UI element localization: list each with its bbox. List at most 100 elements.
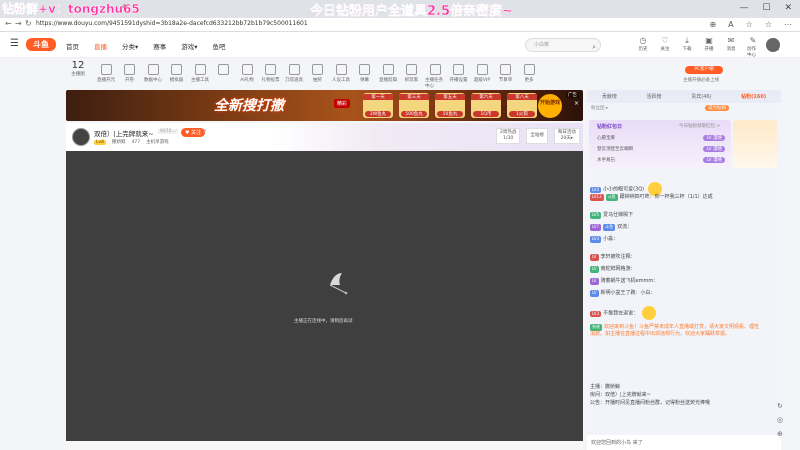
reward-box: 第八天 1火箭 [507, 93, 537, 118]
weekly-rank-box[interactable]: 2周热战 1/30 [496, 128, 521, 144]
favorite-icon[interactable]: ☆ [746, 20, 753, 29]
category-item[interactable] [214, 60, 234, 77]
zoom-icon[interactable]: ⊕ [709, 20, 716, 29]
chat-message: LV7 斗鱼 双流： [590, 224, 778, 231]
category-item[interactable]: 人设工具 [331, 60, 351, 83]
messages-button[interactable]: ✉ 消息 [725, 36, 737, 58]
category-item[interactable]: 主播工具 [190, 60, 210, 83]
rank-row[interactable]: 登云顶登至云端瞬 LV 漫嘻 [597, 144, 725, 154]
search-input[interactable]: 小白菜 ⌕ [525, 38, 601, 52]
category-item[interactable]: 数据中心 [143, 60, 163, 83]
reload-button[interactable]: ↻ [25, 19, 32, 28]
download-button[interactable]: ⤓ 下载 [681, 36, 693, 58]
search-icon[interactable]: ⌕ [592, 41, 596, 53]
site-logo[interactable]: 斗鱼 [26, 38, 56, 51]
follow-list-button[interactable]: ♡ 关注 [659, 36, 671, 58]
become-diamond-button[interactable]: 成为钻粉 [705, 105, 729, 111]
category-item[interactable]: 刀塔道具 [284, 60, 304, 83]
more-icon[interactable]: ⋯ [784, 20, 792, 29]
rank-right-link[interactable]: 今日钻粉领取红包 > [679, 123, 720, 129]
category-item[interactable]: 礼物投票 [261, 60, 281, 83]
top-nav: 首页 直播 分类▾ 赛事 游戏▾ 鱼吧 [66, 41, 226, 51]
category-item[interactable]: 更多 [519, 60, 539, 83]
category-item[interactable]: 直播开元 [96, 60, 116, 83]
tab-active[interactable]: 活跃榜 [647, 93, 662, 100]
forward-button[interactable]: → [15, 19, 22, 28]
creator-center-button[interactable]: ✎ 创作中心 [747, 36, 759, 58]
category-item[interactable]: 抓玩家 [402, 60, 422, 83]
target-icon[interactable]: ◎ [777, 416, 783, 424]
category-item[interactable]: 超级VIP [472, 60, 492, 83]
tab-vip[interactable]: 贵宾(46) [691, 93, 711, 100]
nav-category[interactable]: 分类▾ [122, 41, 138, 51]
chat-badge[interactable]: LV3 [590, 310, 602, 317]
category-count-number: 12 [71, 60, 85, 71]
chat-badge[interactable]: 斗鱼 [605, 194, 618, 201]
category-label: 节目单 [498, 78, 513, 83]
category-item[interactable]: 开播设置 [449, 60, 469, 83]
chat-badge[interactable]: LV13 [590, 194, 604, 201]
tab-contribution[interactable]: 贡献榜 [602, 93, 617, 100]
user-avatar[interactable] [766, 38, 780, 52]
category-icon [453, 64, 464, 75]
category-item[interactable]: 主播任务中心 [425, 60, 445, 89]
chat-badge[interactable]: LV [590, 254, 599, 261]
collections-icon[interactable]: ☆ [765, 20, 772, 29]
banner-open-button[interactable]: 开始游戏 [538, 94, 562, 118]
all-site-rank-box[interactable]: 全站榜 [526, 128, 548, 144]
category-icon [335, 64, 347, 75]
category-item[interactable]: 模拟器 [167, 60, 187, 83]
rank-row[interactable]: 心愿宝库 LV 漫嘻 [597, 133, 725, 143]
url-input[interactable]: https://www.douyu.com/9451591dyshid=3b18… [36, 20, 308, 27]
close-window-button[interactable]: ✕ [784, 3, 792, 13]
address-bar: ← → ↻ https://www.douyu.com/9451591dyshi… [0, 18, 800, 32]
category-item[interactable]: 弹幕 [355, 60, 375, 83]
category-item[interactable]: 抽奖 [308, 60, 328, 83]
nav-live[interactable]: 直播 [94, 41, 107, 51]
go-live-button[interactable]: ▣ 开播 [703, 36, 715, 58]
streamer-name[interactable]: 撒娇鲸 [112, 139, 126, 145]
read-aloud-icon[interactable]: A [728, 20, 733, 29]
category-item[interactable]: 直播剪辑 [378, 60, 398, 83]
nav-games[interactable]: 游戏▾ [181, 41, 197, 51]
chat-badge[interactable]: LV [590, 266, 599, 273]
category-item[interactable]: 开卷 [120, 60, 140, 83]
chat-message: 系统 欢迎来到斗鱼！斗鱼严禁未成年人直播或打赏，请大家文明观看、理性消费。如主播在… [590, 324, 760, 337]
pc-client-button[interactable]: PC客户端 [685, 66, 723, 74]
refresh-icon[interactable]: ↻ [777, 402, 783, 410]
add-icon[interactable]: ⊕ [777, 430, 783, 438]
chat-badge[interactable]: LV5 [590, 212, 602, 219]
rank-row[interactable]: 水手易石 LV 漫嘻 [597, 155, 725, 165]
back-button[interactable]: ← [5, 19, 12, 28]
welcome-text: 欢迎您回到的小鸟 来了 [591, 440, 643, 446]
minimize-button[interactable]: — [739, 3, 748, 13]
category-count[interactable]: 12 主播图 [66, 60, 90, 77]
history-icon: ◷ [639, 36, 647, 45]
chat-badge[interactable]: 斗鱼 [603, 224, 616, 231]
video-player[interactable]: 主播正在连线中，请稍后再试 [66, 151, 583, 441]
chat-badge[interactable]: LV [590, 290, 599, 297]
fan-group-link[interactable]: 粉丝团 ▸ [591, 105, 608, 111]
room-category[interactable]: 主机单游戏 [146, 139, 169, 145]
history-button[interactable]: ◷ 历史 [637, 36, 649, 58]
chat-badge[interactable]: LV3 [590, 236, 602, 243]
category-count-label: 主播图 [71, 72, 85, 77]
category-item[interactable]: AI礼物 [237, 60, 257, 83]
nav-home[interactable]: 首页 [66, 41, 79, 51]
daily-event-box[interactable]: 每日活动 20天▸ [553, 128, 580, 144]
nav-yuba[interactable]: 鱼吧 [213, 41, 226, 51]
tab-diamond-fans[interactable]: 钻粉(160) [741, 93, 766, 100]
ad-banner[interactable]: 全新搜打撤 精彩 第一天 2W鱼丸 第三天 500鱼丸 第五天 50鱼丸 第六天 1Q币… [66, 90, 583, 121]
banner-close-icon[interactable]: × [574, 100, 579, 107]
maximize-button[interactable]: ☐ [762, 3, 770, 13]
chat-badge[interactable]: LV4 [590, 186, 602, 193]
streamer-avatar[interactable] [72, 128, 90, 146]
chat-badge[interactable]: LV7 [590, 224, 602, 231]
menu-icon[interactable]: ☰ [10, 38, 19, 49]
category-item[interactable]: 节目单 [496, 60, 516, 83]
chat-badge[interactable]: LV [590, 278, 599, 285]
room-title: 双倍）|上完牌就来~ [94, 130, 154, 138]
go-live-label: 开播 [704, 47, 714, 52]
nav-events[interactable]: 赛事 [153, 41, 166, 51]
share-icon[interactable]: ↗ [202, 128, 207, 135]
